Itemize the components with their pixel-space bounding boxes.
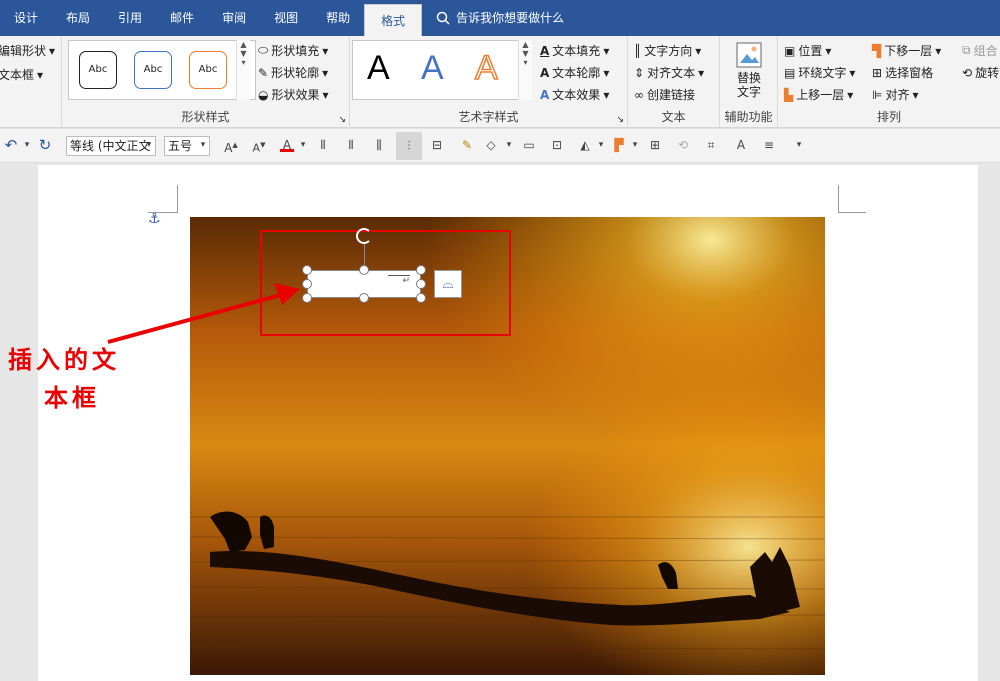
callout-line-1: 插入的文 xyxy=(8,345,120,374)
callout-line-2: 本框 xyxy=(44,383,100,412)
annotation-arrow xyxy=(107,283,300,344)
